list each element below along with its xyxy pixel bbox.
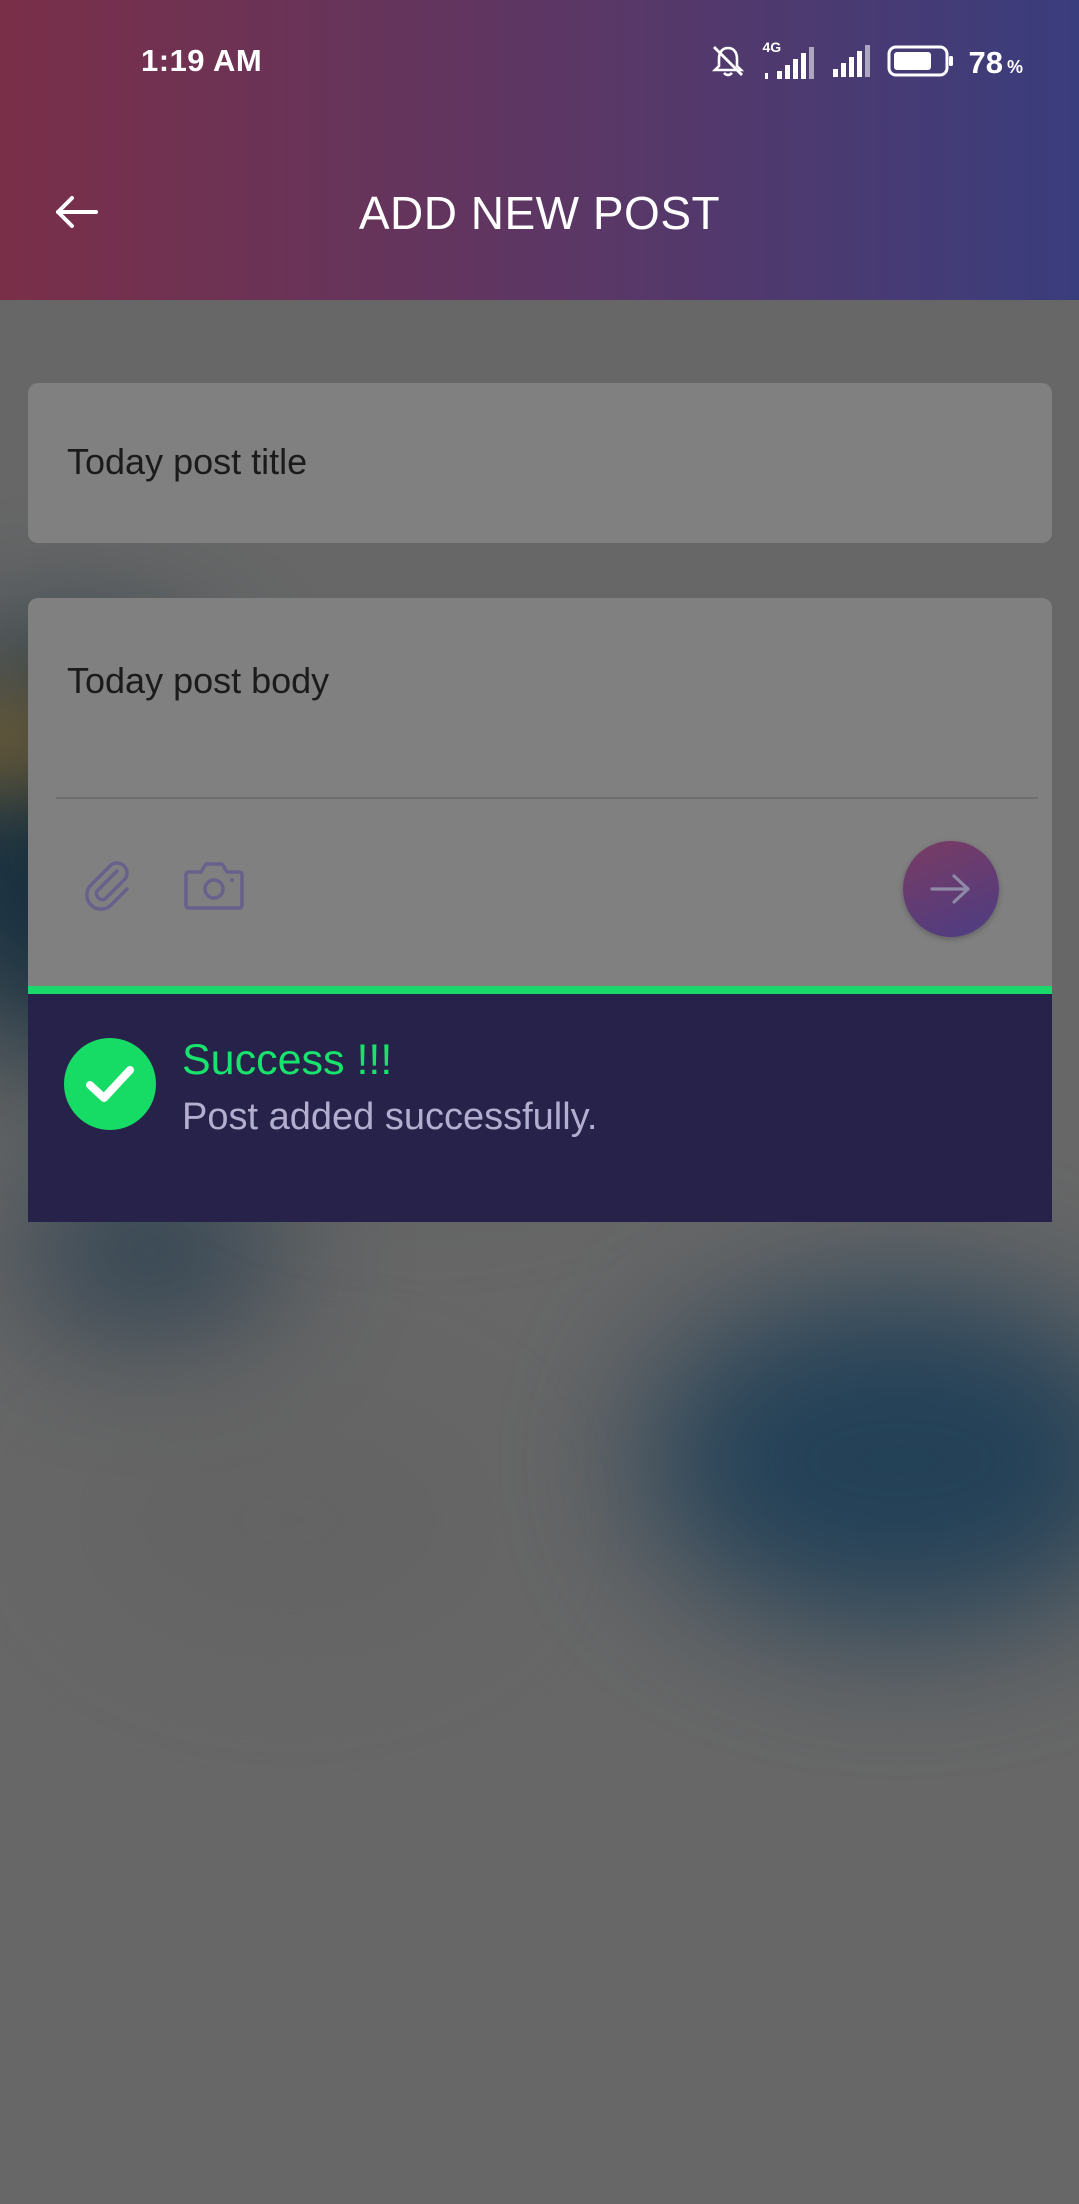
camera-icon xyxy=(184,862,244,910)
add-post-screen: 1:19 AM 4G 78 % ADD NEW POST Today post … xyxy=(0,0,1079,2204)
check-circle-icon xyxy=(64,1038,156,1130)
blurred-background xyxy=(0,300,1079,2204)
signal-icon xyxy=(831,41,873,86)
post-body-field[interactable]: Today post body xyxy=(67,660,329,702)
page-title: ADD NEW POST xyxy=(358,187,721,239)
app-header: 1:19 AM 4G 78 % ADD NEW POST xyxy=(0,0,1079,300)
success-toast[interactable]: Success !!! Post added successfully. xyxy=(28,986,1052,1222)
status-icons: 4G 78 % xyxy=(709,39,1024,86)
battery-icon xyxy=(887,44,955,83)
arrow-right-icon xyxy=(930,874,970,904)
muted-bell-icon xyxy=(709,42,747,85)
divider xyxy=(56,797,1038,799)
toast-message: Post added successfully. xyxy=(182,1096,598,1138)
toast-title: Success !!! xyxy=(182,1036,393,1084)
post-title-value: Today post title xyxy=(67,441,308,482)
battery-unit: % xyxy=(1006,57,1023,77)
post-title-field[interactable]: Today post title xyxy=(28,383,1052,543)
status-bar: 1:19 AM 4G 78 % xyxy=(0,0,1079,125)
signal-4g-icon: 4G xyxy=(761,39,817,83)
attach-button[interactable] xyxy=(72,850,142,920)
paperclip-icon xyxy=(85,861,129,911)
camera-button[interactable] xyxy=(179,850,249,920)
status-time: 1:19 AM xyxy=(141,43,263,78)
send-button[interactable] xyxy=(903,841,999,937)
battery-value: 78 xyxy=(968,45,1003,80)
battery-percent: 78% xyxy=(969,45,1024,81)
post-body-card: Today post body xyxy=(28,598,1052,998)
